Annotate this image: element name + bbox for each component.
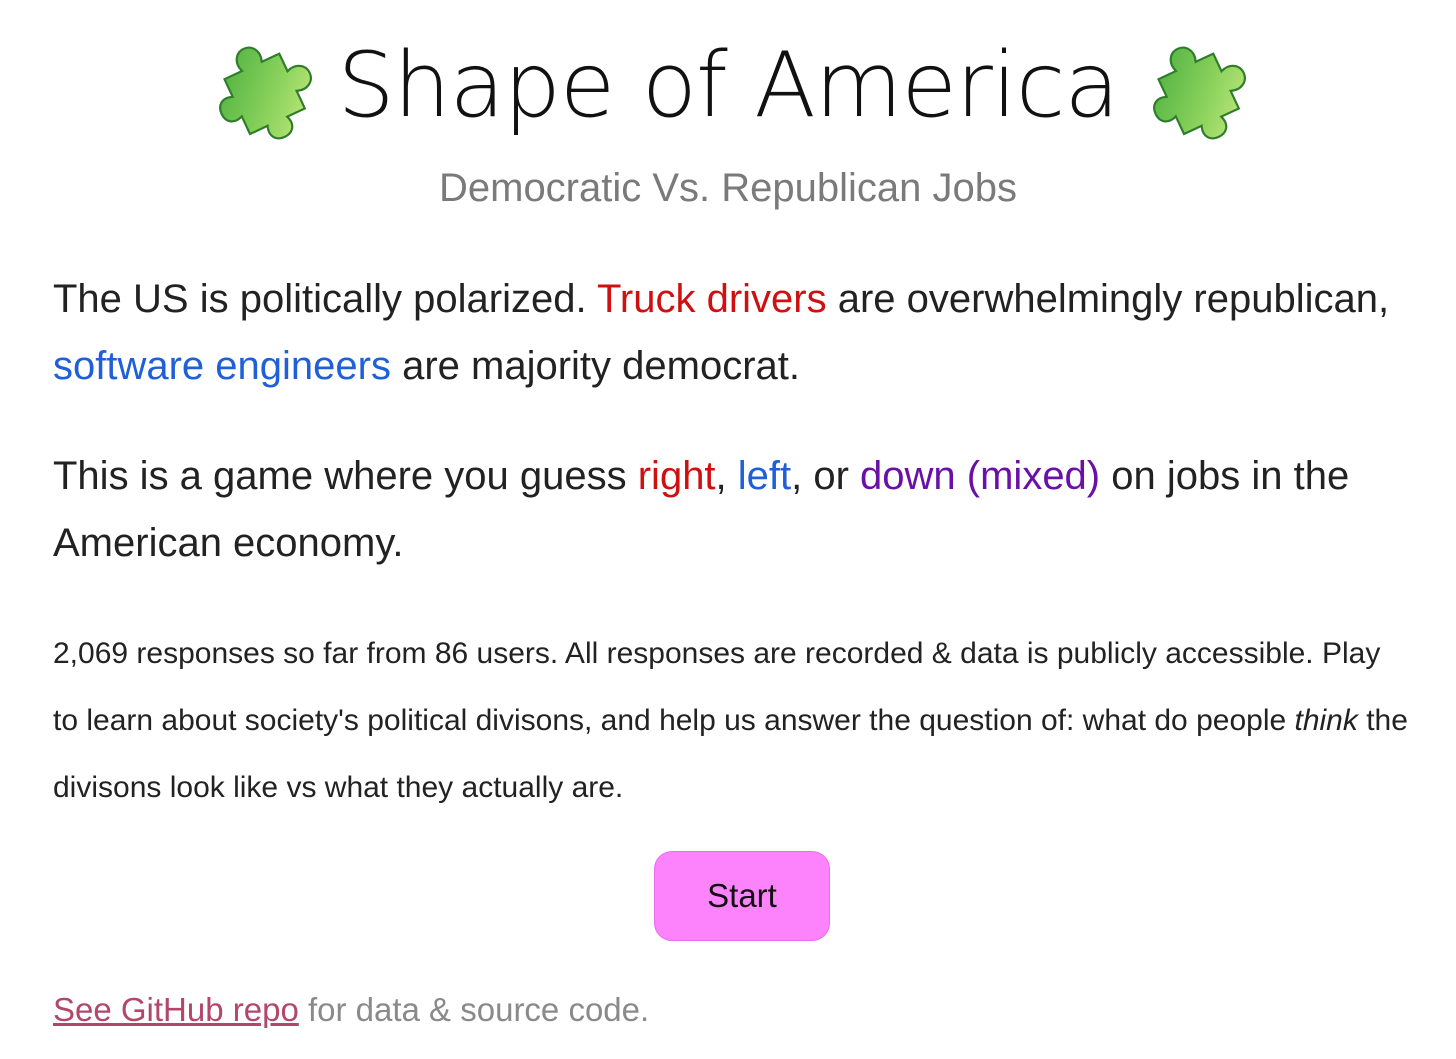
software-engineers-highlight: software engineers (53, 344, 391, 388)
right-highlight: right (637, 454, 716, 498)
intro-paragraph-game: This is a game where you guess right, le… (53, 443, 1413, 577)
intro-text: are overwhelmingly republican, (826, 277, 1390, 321)
title-row: Shape of America (207, 32, 1248, 140)
start-button[interactable]: Start (654, 851, 830, 941)
intro-paragraph-polarization: The US is politically polarized. Truck d… (53, 266, 1413, 400)
stats-paragraph: 2,069 responses so far from 86 users. Al… (53, 620, 1413, 821)
footer: See GitHub repo for data & source code. (53, 988, 649, 1032)
stats-text: 2,069 responses so far from 86 users. Al… (53, 637, 1381, 737)
page-title: Shape of America (337, 33, 1119, 138)
header: Shape of America (0, 26, 1456, 146)
page: Shape of America Democratic Vs. Republic… (0, 0, 1456, 1059)
left-highlight: left (737, 454, 792, 498)
down-mixed-highlight: down (mixed) (860, 454, 1101, 498)
think-emphasis: think (1294, 704, 1358, 737)
intro-text: are majority democrat. (390, 344, 800, 388)
puzzle-piece-icon (1152, 46, 1246, 140)
intro-text: , (715, 454, 738, 498)
puzzle-piece-icon (219, 46, 313, 140)
intro-text: , or (791, 454, 861, 498)
intro-text: This is a game where you guess (53, 454, 638, 498)
intro-text: The US is politically polarized. (53, 277, 597, 321)
page-subtitle: Democratic Vs. Republican Jobs (438, 166, 1018, 210)
truck-drivers-highlight: Truck drivers (596, 277, 827, 321)
footer-text: for data & source code. (298, 991, 650, 1028)
github-repo-link[interactable]: See GitHub repo (53, 991, 299, 1028)
